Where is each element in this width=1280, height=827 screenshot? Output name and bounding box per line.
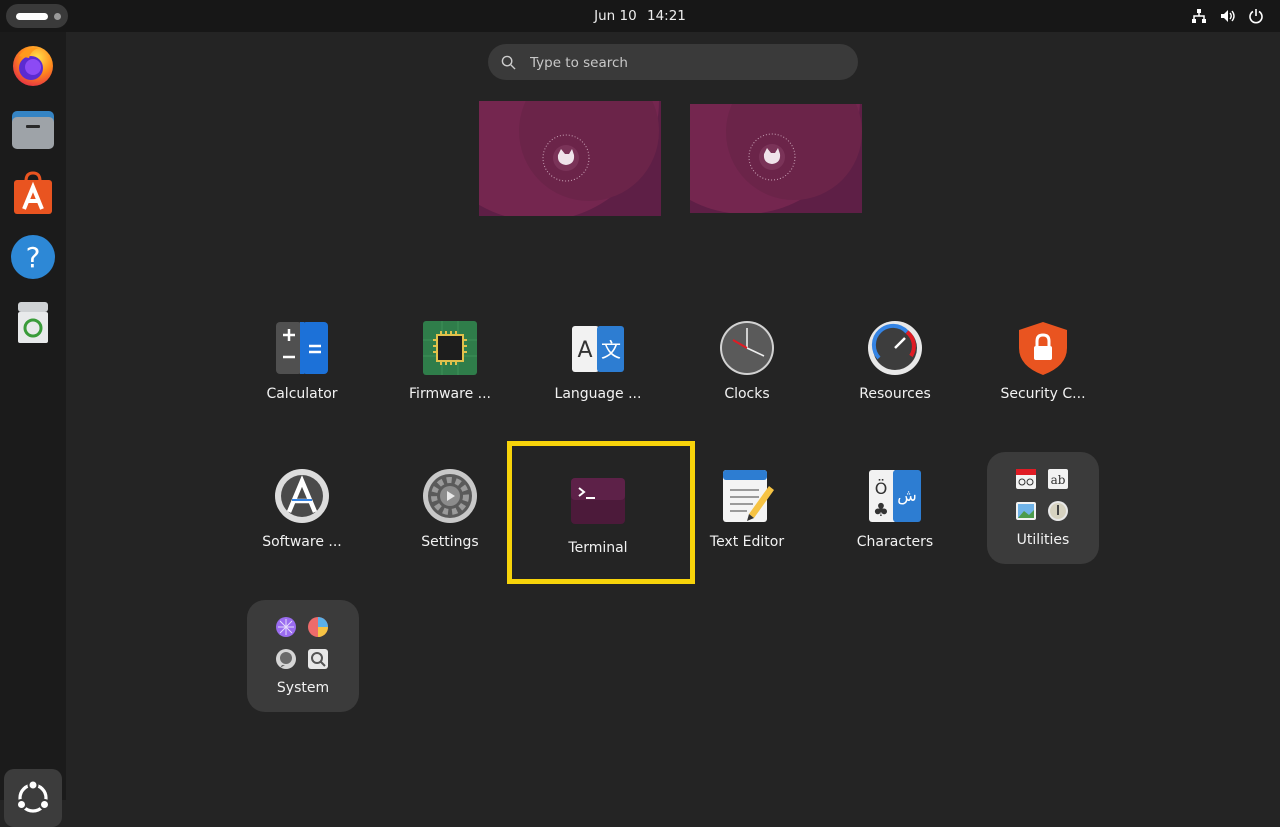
app-label: Firmware ... [409,386,491,402]
workspace-thumbnail-2[interactable] [690,104,862,213]
svg-text:A: A [577,338,592,363]
app-label: Clocks [724,386,770,402]
fonts-icon: ab [1048,469,1068,489]
network-icon[interactable] [1191,8,1207,24]
passwords-keys-icon [1048,501,1068,521]
svg-text:Ö: Ö [875,479,888,498]
app-label: Settings [421,534,479,550]
files-icon[interactable] [9,105,57,153]
terminal-highlight-box [507,441,695,584]
help-icon[interactable]: ? [9,233,57,281]
settings-gear-icon [423,469,477,523]
app-label: Characters [856,534,934,550]
svg-text:ش: ش [897,486,917,505]
ubuntu-logo-icon [16,779,50,813]
app-label: Language ... [554,386,642,402]
app-settings[interactable]: Settings [385,458,515,568]
app-calculator[interactable]: Calculator [237,310,367,420]
folder-utilities[interactable]: ab Utilities [987,452,1099,564]
network-settings-icon [276,617,296,637]
dock: ? [0,32,66,827]
volume-icon[interactable] [1220,8,1236,24]
language-icon: A 文 [572,326,624,372]
disk-usage-icon [308,617,328,637]
app-center-icon[interactable] [9,169,57,217]
clock-icon [720,321,774,375]
software-updater-icon [275,469,329,523]
app-clocks[interactable]: Clocks [682,310,812,420]
resources-gauge-icon [868,321,922,375]
text-editor-icon [723,470,774,522]
folder-system[interactable]: System [247,600,359,712]
svg-text:?: ? [26,241,41,274]
search-icon [501,55,516,70]
app-label: Software ... [262,534,342,550]
app-characters[interactable]: Ö ♣ ش Characters [830,458,960,568]
app-software-updater[interactable]: Software ... [237,458,367,568]
app-label: Calculator [266,386,338,402]
search-input[interactable] [528,52,832,74]
app-text-editor[interactable]: Text Editor [682,458,812,568]
wallpaper-mascot-icon [542,134,590,182]
security-shield-icon [1019,322,1067,375]
app-label: Resources [859,386,931,402]
time-label: 14:21 [646,8,686,24]
date-time-button[interactable]: Jun 10 14:21 [540,0,740,32]
svg-text:文: 文 [601,338,621,362]
svg-text:ab: ab [1051,473,1066,487]
date-label: Jun 10 [594,8,637,24]
show-apps-button[interactable] [4,769,62,827]
app-resources[interactable]: Resources [830,310,960,420]
system-search-icon [308,649,328,669]
app-security-center[interactable]: Security C... [978,310,1108,420]
document-scanner-icon [1016,469,1036,489]
logs-icon [276,649,296,669]
image-viewer-icon [1016,502,1036,520]
activities-button[interactable] [6,4,68,28]
power-icon[interactable] [1248,8,1264,24]
app-label: Security C... [1000,386,1086,402]
calculator-icon [276,322,328,374]
characters-icon: Ö ♣ ش [869,470,921,522]
trash-icon[interactable] [9,298,57,346]
firmware-icon [423,321,477,375]
top-bar: Jun 10 14:21 [0,0,1280,32]
workspace-thumbnail-1[interactable] [479,101,661,216]
svg-text:♣: ♣ [873,500,889,521]
app-firmware[interactable]: Firmware ... [385,310,515,420]
folder-label: System [276,680,330,696]
app-language[interactable]: A 文 Language ... [533,310,663,420]
workspace-indicator-active [16,13,48,20]
folder-label: Utilities [1016,532,1070,548]
workspace-indicator [54,13,61,20]
wallpaper-mascot-icon [748,133,796,181]
search-bar[interactable] [488,44,858,80]
firefox-icon[interactable] [9,40,57,88]
app-label: Text Editor [709,534,785,550]
